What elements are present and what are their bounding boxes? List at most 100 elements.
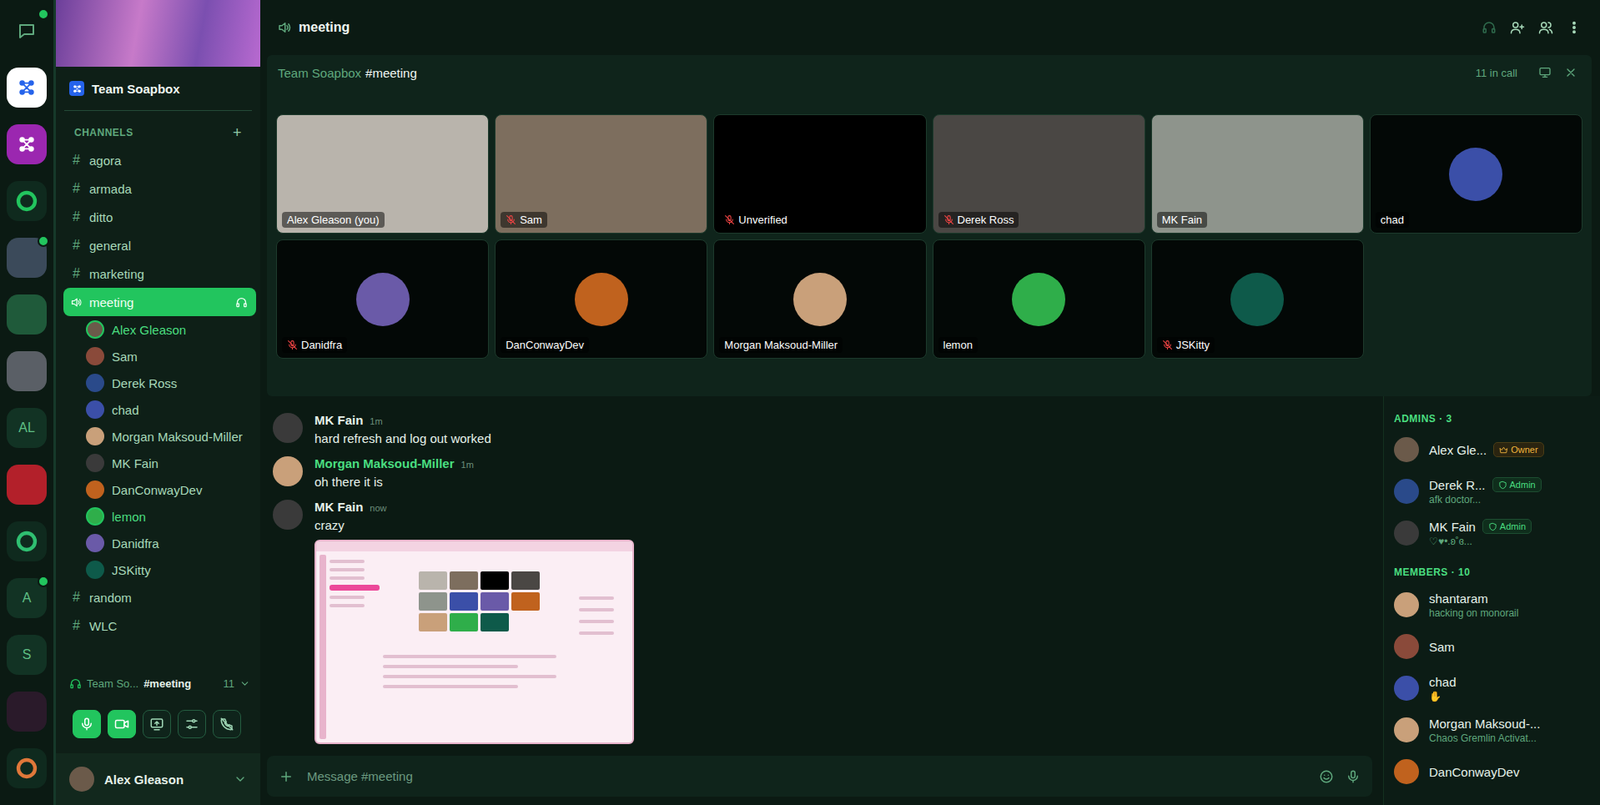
channel-item[interactable]: # WLC (63, 611, 257, 640)
shot-body (316, 551, 633, 743)
voice-participant[interactable]: JSKitty (55, 556, 261, 584)
server-item[interactable] (6, 124, 47, 165)
voice-participant[interactable]: lemon (55, 503, 261, 530)
screen-button[interactable] (142, 709, 172, 739)
participant-tile[interactable]: DanConwayDev (494, 239, 708, 359)
member-row[interactable]: MK Fain Admin ♡♥•.ʚ˚ɞ... (1393, 512, 1592, 554)
server-item[interactable]: S (6, 634, 47, 675)
participant-tile[interactable]: JSKitty (1151, 239, 1364, 359)
server-item[interactable] (6, 10, 47, 51)
member-row[interactable]: chad ✋ (1393, 667, 1592, 710)
add-channel-button[interactable]: + (232, 124, 242, 142)
sliders-button[interactable] (177, 709, 207, 739)
emoji-button[interactable] (1318, 769, 1334, 785)
channel-title: meeting (298, 20, 350, 36)
participant-tile[interactable]: MK Fain (1151, 114, 1364, 234)
member-row[interactable]: Derek R... Admin afk doctor... (1393, 470, 1592, 513)
channel-item[interactable]: # general (63, 231, 257, 260)
shot-tile (480, 571, 509, 590)
nodes-icon (71, 83, 83, 95)
member-avatar (1393, 675, 1419, 701)
popout-button[interactable] (1538, 65, 1552, 80)
participant-tile[interactable]: Unverified (713, 114, 926, 234)
team-logo (69, 80, 85, 96)
server-item[interactable] (6, 521, 47, 562)
member-row[interactable]: Alex Gle... Owner (1393, 428, 1592, 471)
attach-button[interactable] (278, 769, 294, 785)
server-item[interactable]: AL (6, 407, 47, 448)
server-item[interactable] (6, 67, 47, 108)
server-item[interactable] (6, 181, 47, 222)
tile-name: chad (1380, 213, 1404, 227)
participant-avatar (793, 272, 847, 327)
voice-participant[interactable]: chad (55, 396, 261, 423)
channel-item[interactable]: # agora (63, 145, 257, 175)
server-item[interactable] (6, 691, 47, 732)
channel-item[interactable]: # marketing (63, 259, 257, 288)
participant-tile[interactable]: chad (1369, 114, 1583, 234)
screenshot-attachment[interactable] (314, 539, 634, 745)
member-section-heading: ADMINS · 3 (1393, 412, 1592, 427)
channels-header: CHANNELS + (55, 110, 261, 141)
close-call-button[interactable] (1564, 65, 1578, 80)
shot-members (578, 554, 629, 740)
participant-name: MK Fain (111, 456, 159, 471)
voice-connection[interactable]: Team So... #meeting 11 (65, 674, 251, 692)
server-item[interactable]: A (6, 578, 47, 619)
phone-off-button[interactable] (212, 709, 242, 739)
message-author[interactable]: Morgan Maksoud-Miller (314, 456, 455, 471)
channel-name: WLC (89, 618, 248, 634)
participant-tile[interactable]: Derek Ross (932, 114, 1146, 234)
voice-message-button[interactable] (1345, 769, 1361, 785)
server-item[interactable] (6, 748, 47, 789)
participant-tile[interactable]: Morgan Maksoud-Miller (713, 239, 926, 359)
participant-name: Derek Ross (111, 376, 177, 391)
server-item[interactable] (6, 351, 47, 392)
voice-participant[interactable]: Danidfra (55, 529, 261, 557)
tile-name: Danidfra (301, 338, 343, 352)
voice-participant[interactable]: Morgan Maksoud-Miller (55, 422, 261, 450)
server-initials: A (22, 590, 32, 606)
server-item[interactable] (6, 294, 47, 335)
invite-button[interactable] (1509, 20, 1525, 36)
participant-tile[interactable]: lemon (932, 239, 1146, 359)
shot-tile (480, 592, 509, 611)
participant-tile[interactable]: Alex Gleason (you) (276, 114, 489, 234)
message-input[interactable] (305, 768, 1308, 785)
channel-item[interactable]: # ditto (63, 202, 257, 232)
member-name: shantaram (1428, 591, 1489, 606)
voice-participant[interactable]: Alex Gleason (55, 316, 261, 343)
channel-item[interactable]: meeting (63, 287, 257, 317)
shot-line (578, 619, 614, 624)
more-button[interactable] (1566, 20, 1582, 36)
voice-participant[interactable]: MK Fain (55, 449, 261, 477)
message-avatar[interactable] (272, 456, 303, 487)
mic-button[interactable] (72, 709, 101, 739)
participant-tile[interactable]: Sam (494, 114, 708, 234)
channel-item[interactable]: # armada (63, 174, 257, 203)
message-author[interactable]: MK Fain (314, 499, 363, 514)
shot-line (578, 631, 614, 635)
voice-participant[interactable]: Sam (55, 342, 261, 370)
headphones-button[interactable] (1481, 20, 1497, 36)
tile-label: Unverified (719, 211, 793, 228)
channel-item[interactable]: # random (63, 583, 257, 612)
member-row[interactable]: Morgan Maksoud-... Chaos Gremlin Activat… (1393, 709, 1592, 751)
user-bar[interactable]: Alex Gleason (55, 753, 261, 805)
voice-participant[interactable]: Derek Ross (55, 369, 261, 397)
member-row[interactable]: Sam (1393, 625, 1592, 668)
member-row[interactable]: DanConwayDev (1393, 750, 1592, 793)
member-row[interactable]: shantaram hacking on monorail (1393, 583, 1592, 626)
camera-button[interactable] (107, 709, 136, 739)
message-avatar[interactable] (272, 499, 303, 530)
message-avatar[interactable] (272, 412, 303, 443)
participant-tile[interactable]: Danidfra (276, 239, 489, 359)
voice-participant[interactable]: DanConwayDev (55, 476, 261, 504)
message-author[interactable]: MK Fain (314, 412, 363, 428)
server-item[interactable] (6, 464, 47, 505)
shot-tile (418, 571, 448, 590)
user-avatar (69, 766, 95, 792)
members-button[interactable] (1538, 20, 1554, 36)
team-header[interactable]: Team Soapbox (64, 66, 252, 111)
server-item[interactable] (6, 237, 47, 278)
